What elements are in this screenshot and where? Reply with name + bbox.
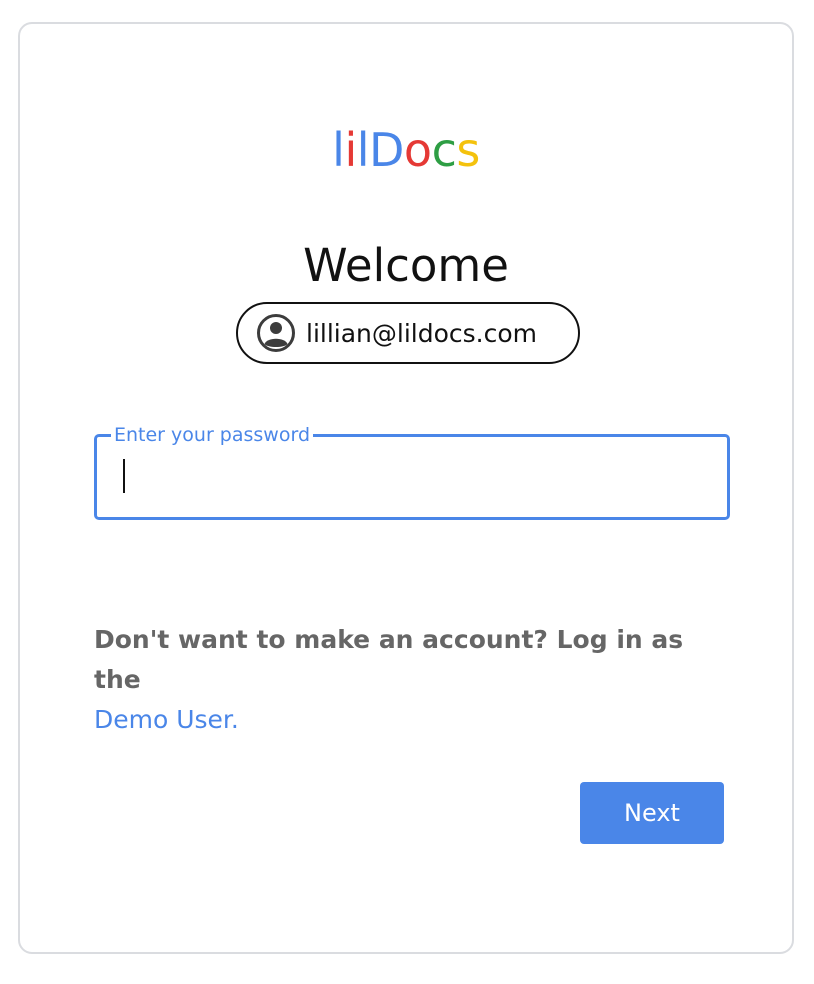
text-cursor xyxy=(123,459,125,493)
logo-letter: l xyxy=(332,123,345,177)
logo-letter: i xyxy=(344,123,357,177)
logo-letter: c xyxy=(431,123,457,177)
demo-login-prompt: Don't want to make an account? Log in as… xyxy=(94,620,734,740)
password-label: Enter your password xyxy=(111,423,314,447)
user-circle-icon xyxy=(256,313,296,353)
logo-letter: D xyxy=(369,123,404,177)
logo-letter: o xyxy=(403,123,432,177)
lildocs-logo: lilDocs xyxy=(20,122,792,178)
page-title: Welcome xyxy=(303,239,509,292)
login-card: lilDocs Welcome lillian@lildocs.com Ente… xyxy=(18,22,794,954)
demo-prompt-text: Don't want to make an account? Log in as… xyxy=(94,625,684,694)
logo-letter: l xyxy=(356,123,370,177)
password-input[interactable] xyxy=(111,455,711,501)
next-button[interactable]: Next xyxy=(580,782,724,844)
demo-user-link[interactable]: Demo User. xyxy=(94,700,239,740)
account-email: lillian@lildocs.com xyxy=(306,318,538,348)
password-field[interactable]: Enter your password xyxy=(94,423,730,520)
logo-letter: s xyxy=(456,123,480,177)
account-chip[interactable]: lillian@lildocs.com xyxy=(236,302,580,364)
